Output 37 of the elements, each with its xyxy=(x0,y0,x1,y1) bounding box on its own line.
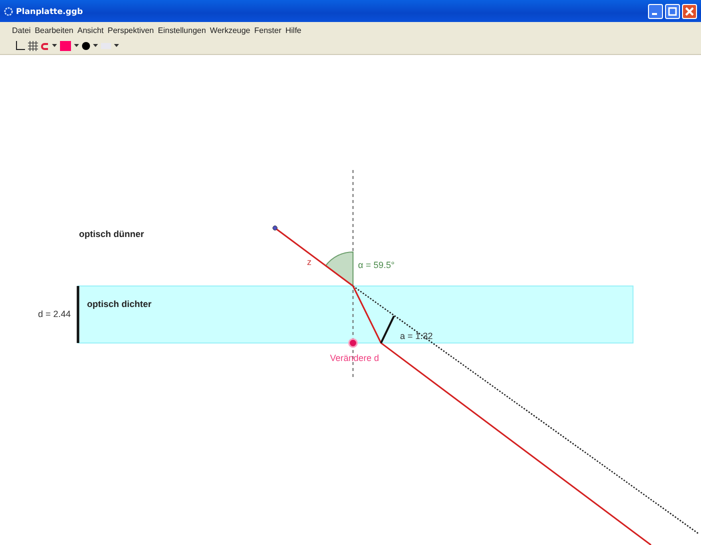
menu-item[interactable]: Perspektiven xyxy=(108,26,154,34)
angle-label: α = 59.5° xyxy=(358,260,395,270)
dropdown-caret-icon[interactable] xyxy=(93,44,98,48)
app-icon xyxy=(4,6,13,16)
point-style-icon[interactable] xyxy=(82,42,90,50)
angle-sector xyxy=(325,252,354,286)
ray-start-point[interactable] xyxy=(272,226,278,230)
close-icon xyxy=(685,6,694,16)
window-title: Planplatte.ggb xyxy=(16,6,84,16)
thickness-label: d = 2.44 xyxy=(38,309,71,319)
slider-point[interactable] xyxy=(348,338,358,348)
magnet-icon[interactable] xyxy=(41,42,49,50)
offset-segment xyxy=(380,316,395,344)
maximize-button[interactable] xyxy=(665,4,680,18)
region-label: optisch dünner xyxy=(79,229,144,239)
maximize-icon xyxy=(668,6,677,16)
close-button[interactable] xyxy=(682,4,697,18)
color-swatch-icon[interactable] xyxy=(60,41,71,51)
menu-item[interactable]: Bearbeiten xyxy=(34,26,74,34)
axes-icon[interactable] xyxy=(15,41,25,51)
menu-item[interactable]: Hilfe xyxy=(285,26,302,34)
offset-label: a = 1.32 xyxy=(400,331,433,341)
region-label: optisch dichter xyxy=(87,299,152,309)
menu-item[interactable]: Fenster xyxy=(254,26,282,34)
slider-label: Verändere d xyxy=(330,353,380,363)
dropdown-caret-icon[interactable] xyxy=(114,44,119,48)
ray-label: z xyxy=(307,257,312,267)
minimize-button[interactable] xyxy=(648,4,663,18)
dropdown-caret-icon[interactable] xyxy=(74,44,79,48)
grid-icon[interactable] xyxy=(28,41,38,51)
menu-item[interactable]: Einstellungen xyxy=(158,26,206,34)
menu-item[interactable]: Ansicht xyxy=(77,26,104,34)
dropdown-caret-icon[interactable] xyxy=(52,44,57,48)
thickness-segment xyxy=(76,286,80,343)
minimize-icon xyxy=(652,13,656,15)
menu-item[interactable]: Werkzeuge xyxy=(210,26,250,34)
menu-item[interactable]: Datei xyxy=(12,26,31,34)
